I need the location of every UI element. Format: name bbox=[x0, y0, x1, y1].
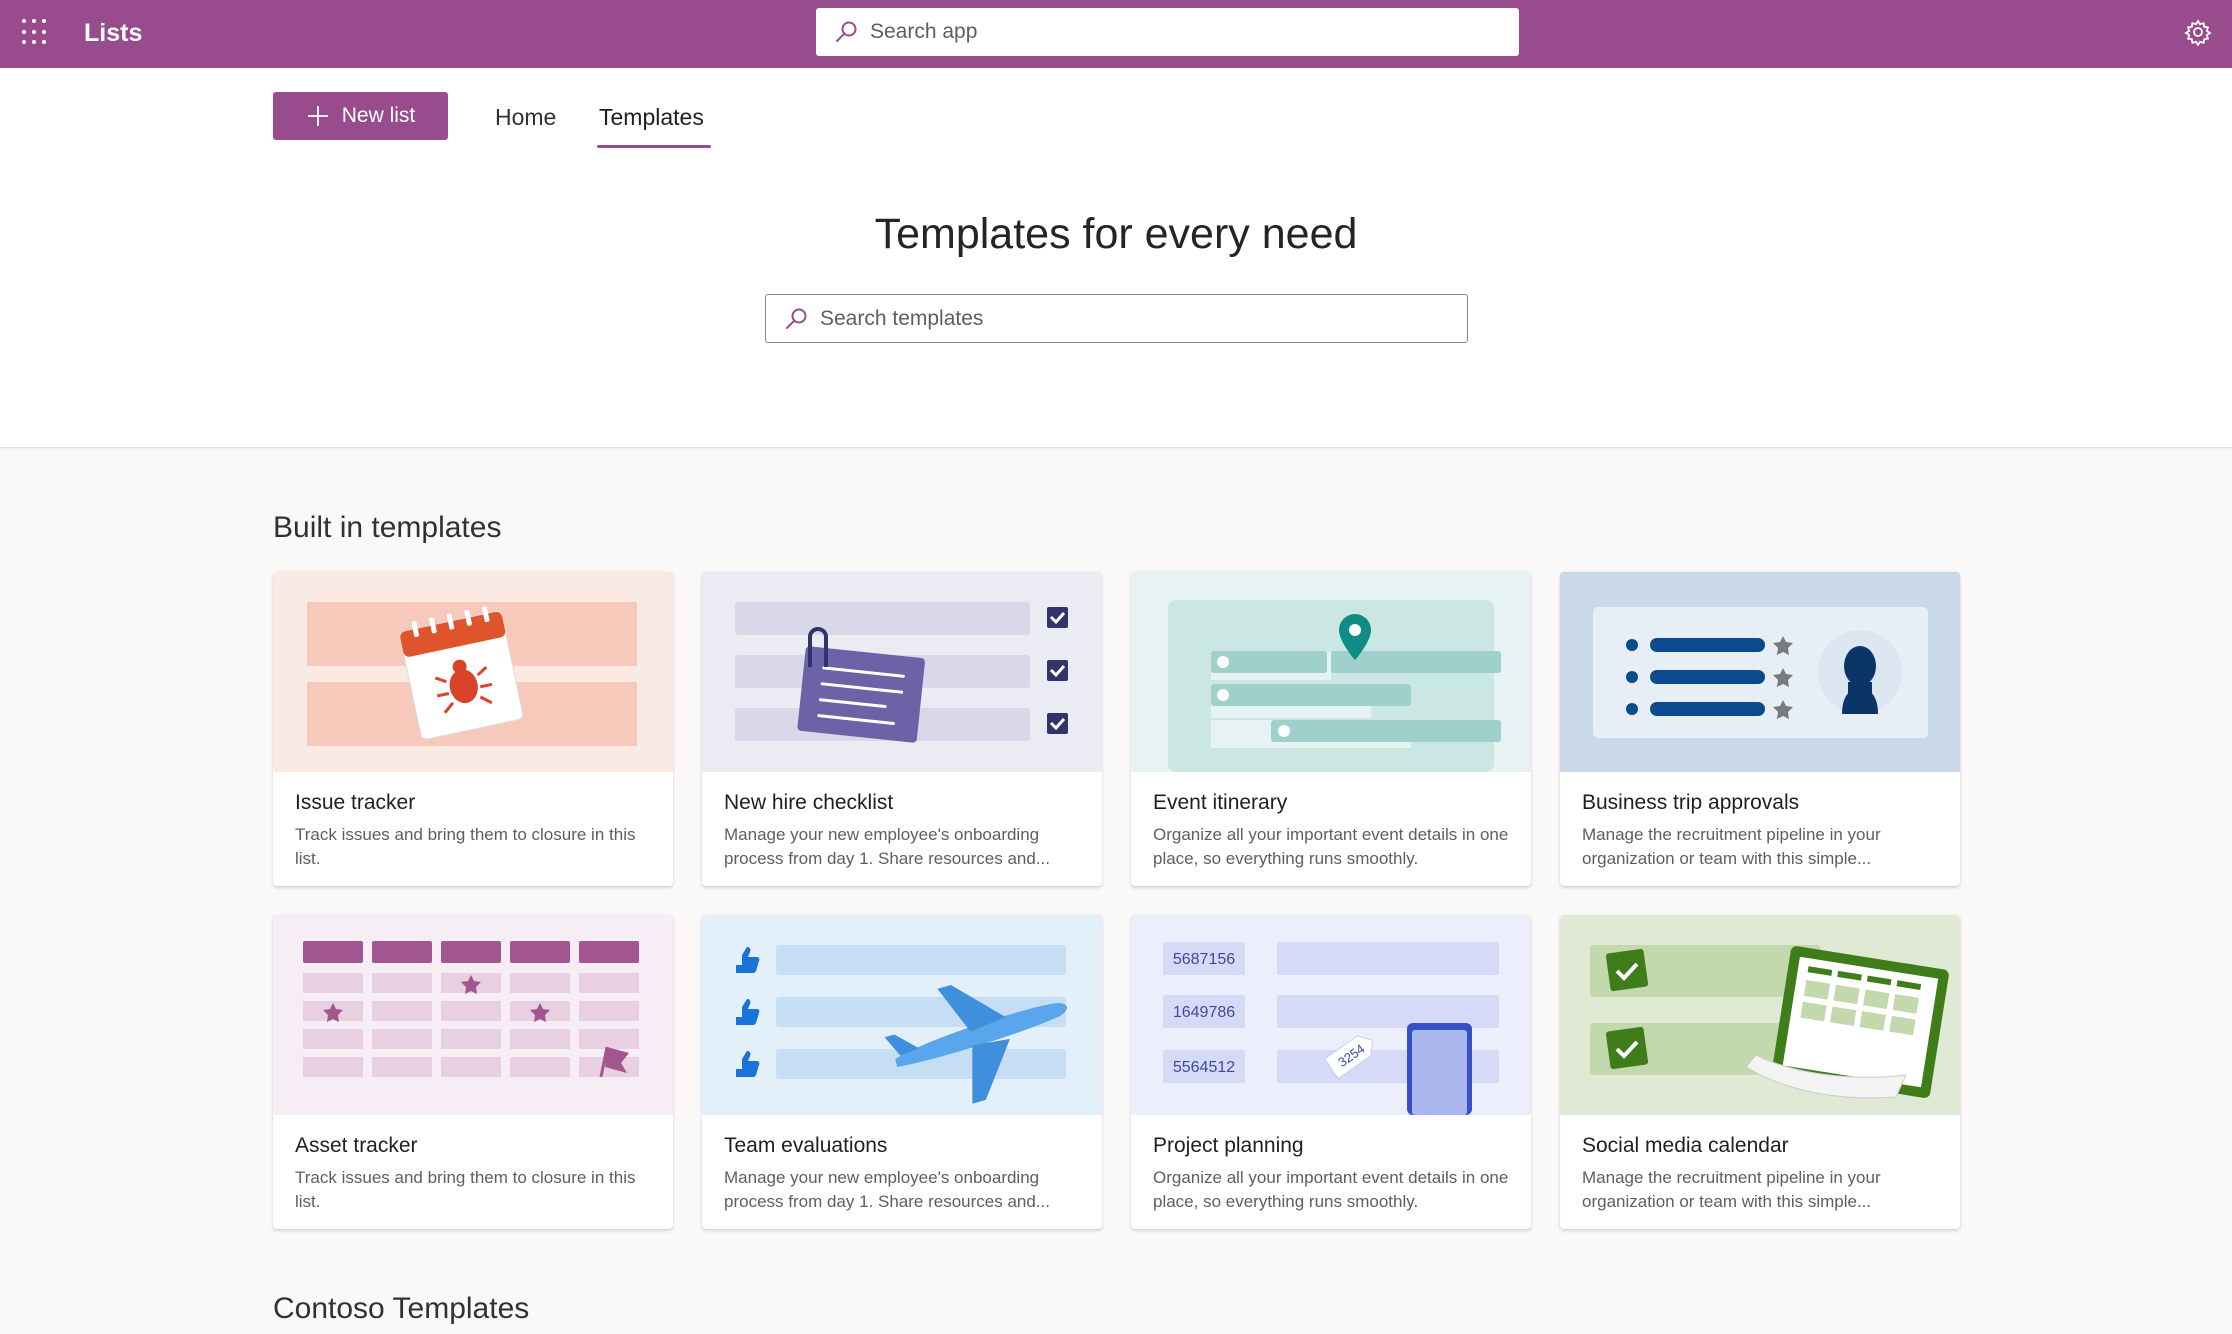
top-bar: Lists Search app bbox=[0, 0, 2232, 68]
template-card-asset-tracker[interactable]: Asset tracker Track issues and bring the… bbox=[273, 915, 673, 1229]
map-pin-illustration bbox=[1131, 572, 1531, 772]
app-search-box[interactable]: Search app bbox=[816, 8, 1519, 56]
active-tab-indicator bbox=[597, 145, 711, 148]
template-card-team-evaluations[interactable]: Team evaluations Manage your new employe… bbox=[702, 915, 1102, 1229]
app-search-placeholder: Search app bbox=[870, 20, 978, 43]
card-title: Project planning bbox=[1153, 1134, 1304, 1157]
new-list-button[interactable]: New list bbox=[273, 92, 448, 140]
card-title: Business trip approvals bbox=[1582, 791, 1800, 814]
template-card-project-planning[interactable]: 5687156 1649786 5564512 3254 Project pla… bbox=[1131, 915, 1531, 1229]
card-description: Track issues and bring them to closure i… bbox=[295, 1168, 636, 1211]
card-description: Manage your new employee's onboarding pr… bbox=[724, 1168, 1050, 1211]
tab-templates[interactable]: Templates bbox=[599, 104, 704, 131]
plus-icon bbox=[307, 106, 328, 126]
grid-star-illustration bbox=[273, 915, 673, 1115]
bug-calendar-illustration bbox=[273, 572, 673, 772]
card-title: Event itinerary bbox=[1153, 791, 1288, 814]
app-launcher-icon[interactable] bbox=[22, 19, 48, 45]
search-icon bbox=[836, 21, 857, 42]
card-description: Manage your new employee's onboarding pr… bbox=[724, 825, 1050, 868]
project-number: 5564512 bbox=[1173, 1059, 1235, 1076]
card-title: Asset tracker bbox=[295, 1134, 418, 1157]
app-title[interactable]: Lists bbox=[84, 19, 142, 48]
airplane-illustration bbox=[702, 915, 1102, 1115]
card-title: Team evaluations bbox=[724, 1134, 888, 1157]
phone-tag-illustration: 5687156 1649786 5564512 3254 bbox=[1131, 915, 1531, 1115]
gear-icon[interactable] bbox=[2184, 18, 2212, 46]
card-description: Organize all your important event detail… bbox=[1153, 1168, 1509, 1211]
person-card-illustration bbox=[1560, 572, 1960, 772]
tab-home[interactable]: Home bbox=[495, 104, 556, 131]
search-icon bbox=[786, 308, 807, 329]
templates-search-box[interactable]: Search templates bbox=[765, 294, 1468, 343]
page-header: New list Home Templates Templates for ev… bbox=[0, 68, 2232, 448]
template-card-social-media-calendar[interactable]: Social media calendar Manage the recruit… bbox=[1560, 915, 1960, 1229]
card-title: Social media calendar bbox=[1582, 1134, 1789, 1157]
new-list-label: New list bbox=[341, 104, 416, 127]
checklist-illustration bbox=[702, 572, 1102, 772]
templates-search-placeholder: Search templates bbox=[820, 306, 984, 330]
card-description: Track issues and bring them to closure i… bbox=[295, 825, 636, 868]
card-title: Issue tracker bbox=[295, 791, 416, 814]
card-description: Manage the recruitment pipeline in your … bbox=[1582, 1168, 1881, 1211]
project-number: 5687156 bbox=[1173, 951, 1235, 968]
section-title-contoso: Contoso Templates bbox=[273, 1292, 530, 1325]
template-card-new-hire-checklist[interactable]: New hire checklist Manage your new emplo… bbox=[702, 572, 1102, 886]
calendar-check-illustration bbox=[1560, 915, 1960, 1115]
card-title: New hire checklist bbox=[724, 791, 894, 814]
template-card-business-trip-approvals[interactable]: Business trip approvals Manage the recru… bbox=[1560, 572, 1960, 886]
template-card-event-itinerary[interactable]: Event itinerary Organize all your import… bbox=[1131, 572, 1531, 886]
page-title: Templates for every need bbox=[874, 210, 1358, 258]
project-number: 1649786 bbox=[1173, 1004, 1235, 1021]
card-description: Manage the recruitment pipeline in your … bbox=[1582, 825, 1881, 868]
card-description: Organize all your important event detail… bbox=[1153, 825, 1509, 868]
template-card-issue-tracker[interactable]: Issue tracker Track issues and bring the… bbox=[273, 572, 673, 886]
section-title-built-in: Built in templates bbox=[273, 511, 502, 544]
